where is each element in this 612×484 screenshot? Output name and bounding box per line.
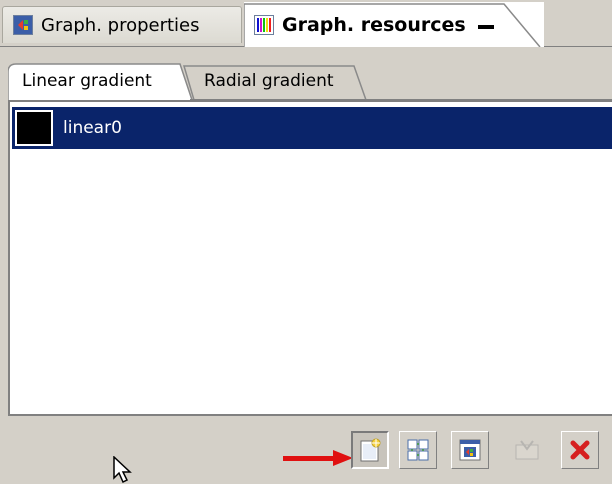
graph-resources-icon: [254, 14, 274, 35]
duplicate-gradient-button[interactable]: [399, 431, 437, 469]
gradient-swatch: [15, 110, 53, 146]
tab-graph-resources[interactable]: Graph. resources: [244, 2, 544, 47]
mouse-cursor-icon: [113, 456, 132, 484]
edit-gradient-icon: [459, 439, 481, 461]
tab-graph-resources-label: Graph. resources: [282, 13, 466, 36]
gradient-name: linear0: [63, 118, 122, 138]
minimize-icon[interactable]: [477, 24, 494, 29]
list-item[interactable]: linear0: [12, 107, 612, 149]
edit-gradient-button[interactable]: [451, 431, 489, 469]
tab-radial-gradient-label: Radial gradient: [204, 70, 334, 91]
apply-gradient-icon: [515, 440, 539, 460]
delete-gradient-icon: [570, 440, 590, 460]
new-gradient-button[interactable]: [351, 431, 389, 469]
gradient-list[interactable]: linear0: [8, 100, 612, 416]
duplicate-gradient-icon: [407, 439, 429, 461]
red-arrow-icon: [283, 450, 353, 466]
new-gradient-icon: [360, 438, 381, 462]
gradient-toolbar: [0, 416, 612, 483]
graph-properties-icon: [13, 15, 33, 35]
tab-linear-gradient-label: Linear gradient: [22, 70, 152, 91]
tab-linear-gradient[interactable]: Linear gradient: [8, 62, 190, 99]
tab-graph-properties-label: Graph. properties: [41, 14, 200, 36]
panel-tab-strip: Graph. properties Graph. resources: [0, 0, 612, 47]
delete-gradient-button[interactable]: [561, 431, 599, 469]
tab-radial-gradient[interactable]: Radial gradient: [192, 62, 362, 99]
apply-gradient-button[interactable]: [508, 431, 546, 469]
tab-graph-properties[interactable]: Graph. properties: [2, 6, 242, 43]
gradient-tabs: Linear gradient Radial gradient: [8, 62, 612, 100]
